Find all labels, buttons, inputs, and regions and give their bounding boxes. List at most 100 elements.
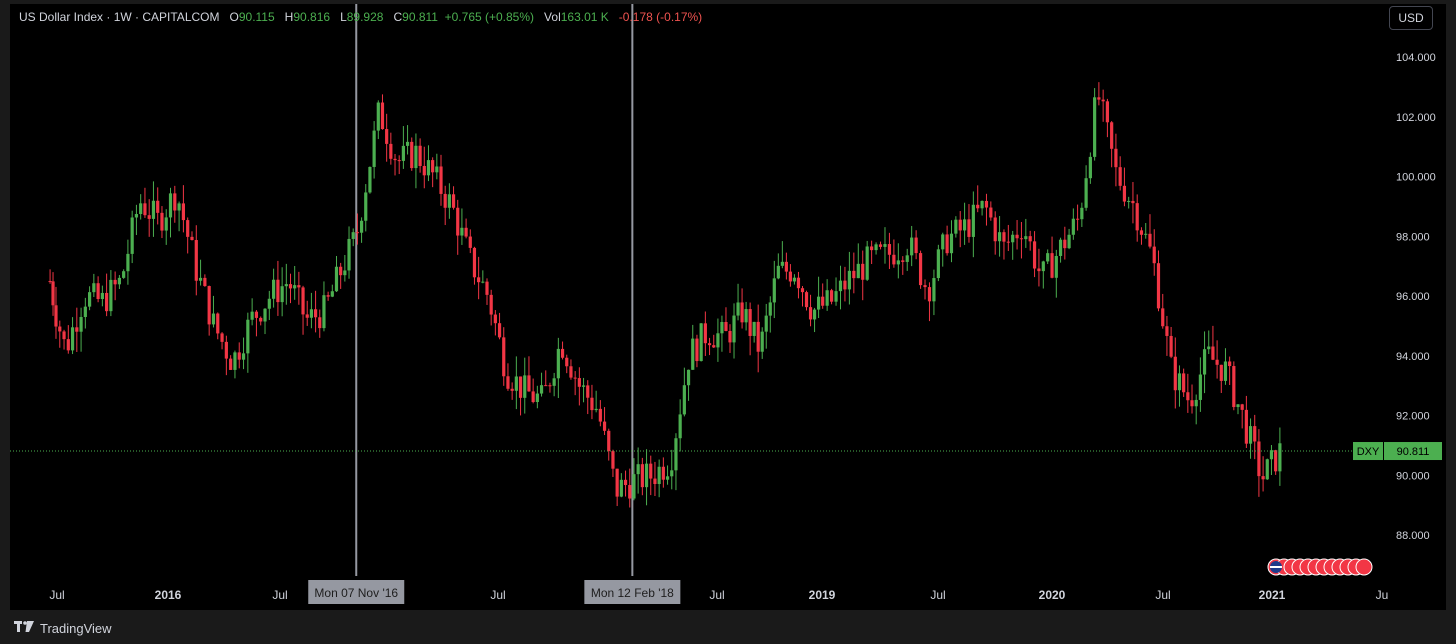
candle-body [1182,373,1186,393]
candle-body [615,468,619,497]
footer-brand[interactable]: TradingView [40,621,112,636]
candle-body [628,485,632,499]
candle-body [62,331,66,340]
candle-body [971,204,975,237]
candle-body [752,321,756,336]
candle-body [301,287,305,315]
candle-body [768,302,772,316]
candle-body [918,253,923,286]
candle-body [661,466,665,480]
candlestick-chart[interactable]: DXY 90.811 88.000 90.000 92.000 94.000 96.000… [10,4,1446,610]
candle-body [825,290,829,306]
candle-body [649,463,653,479]
legend-low-value: 89.928 [346,10,384,24]
candle-body [740,302,744,323]
candle-body [678,414,682,439]
candle-body [276,279,280,303]
candle-body [581,385,586,387]
candle-body [602,421,607,431]
candle-body [380,102,385,130]
candle-body [573,377,577,379]
candle-body [565,357,569,367]
candle-body [945,234,949,254]
candle-body [748,309,752,336]
y-axis-tick-label: 96.000 [1396,291,1430,303]
candle-body [493,314,497,324]
legend-open-value: 90.115 [238,10,275,24]
candle-body [788,271,793,282]
candle-body [744,309,748,323]
candle-body [901,260,905,262]
candle-body [334,266,339,292]
candle-body [949,233,954,254]
candle-body [976,204,980,209]
candle-body [250,311,254,320]
legend-volume-change: -0.178 (-0.17%) [618,10,703,24]
candle-body [105,292,109,312]
candle-body [1198,374,1202,400]
candle-body [451,194,456,208]
candle-body [1186,392,1190,401]
legend-close-value: 90.811 [402,10,438,24]
candle-body [1144,233,1148,235]
candle-body [1011,234,1015,243]
candle-body [1046,253,1050,262]
candle-body [548,385,552,387]
x-axis-tick-label: Jul [1155,588,1170,602]
candle-body [1156,263,1161,309]
candle-body [958,219,962,231]
candle-body [194,240,198,281]
candle-body [674,438,678,471]
candle-body [1041,261,1045,272]
chart-area[interactable]: DXY 90.811 88.000 90.000 92.000 94.000 96.000… [10,4,1446,610]
candle-body [523,375,527,398]
candle-body [923,285,927,288]
y-axis-tick-label: 98.000 [1396,231,1430,243]
candle-body [447,194,451,208]
candle-body [784,261,788,272]
candle-body [856,263,860,279]
candle-body [1211,346,1215,360]
us-flag-stripe [1270,566,1282,568]
x-axis-tick-label: Jul [709,588,724,602]
candle-body [284,284,288,287]
candle-body [1002,232,1006,242]
candle-body [1019,238,1024,240]
currency-unit-button[interactable]: USD [1389,6,1433,30]
candle-body [569,366,573,378]
candle-body [87,292,92,307]
candle-body [1207,346,1211,350]
candle-body [1232,366,1236,408]
candle-body [70,327,75,351]
candle-body [241,353,246,360]
candle-body [686,369,691,386]
candle-body [489,294,493,315]
candle-body [113,279,117,285]
candle-body [468,236,472,248]
chart-legend: US Dollar Index · 1W · CAPITALCOM O90.11… [19,10,702,24]
legend-volume-value: 163.01 K [560,10,609,24]
candle-body [431,160,435,173]
footer: TradingView [0,612,1456,644]
candle-body [1101,99,1105,102]
candle-body [552,378,556,386]
candle-body [439,166,443,194]
candle-body [1093,97,1097,157]
candle-body [896,260,900,265]
candle-body [821,296,825,306]
candle-body [426,160,431,176]
candle-body [309,309,314,318]
candle-body [963,219,967,231]
candle-body [100,292,104,300]
candle-body [263,308,267,322]
candle-body [477,277,481,283]
candle-body [389,143,393,159]
candle-body [1131,200,1135,204]
candle-body [126,253,130,272]
candle-body [401,145,405,161]
candle-body [665,476,670,480]
candle-body [1278,443,1282,472]
candle-body [984,200,989,208]
candle-body [611,451,615,469]
candle-body [326,295,330,297]
